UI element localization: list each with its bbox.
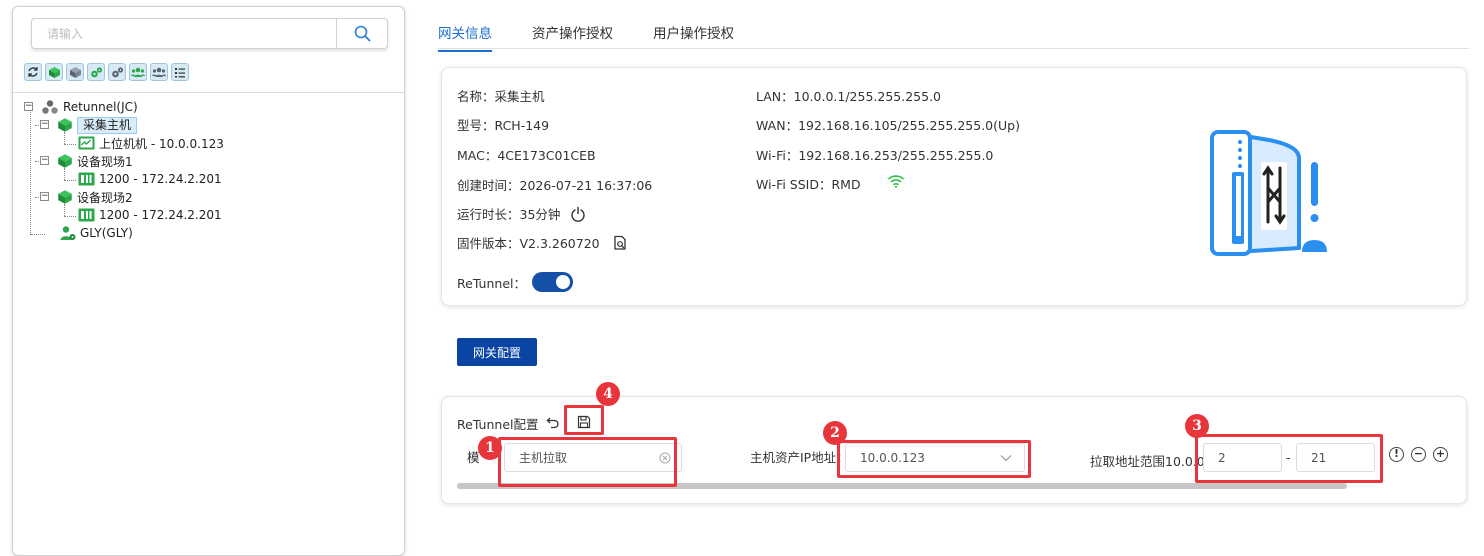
tree-node-label: 上位机机 - 10.0.0.123 (99, 136, 224, 151)
remove-range-icon[interactable]: − (1411, 447, 1426, 462)
gateway-created-time: 创建时间：2026-07-21 16:37:06 (457, 178, 653, 193)
tree-connector (64, 216, 76, 217)
collapse-root-toggle[interactable]: − (24, 102, 33, 111)
annotation-badge-3: 3 (1185, 414, 1209, 438)
refresh-icon (28, 67, 38, 77)
tree-node-label: 采集主机 (77, 116, 138, 134)
retunnel-toggle[interactable] (531, 272, 573, 292)
gateway-uptime: 运行时长：35分钟 (457, 207, 561, 222)
gateway-wan: WAN：192.168.16.105/255.255.255.0(Up) (756, 118, 1020, 133)
list-button[interactable] (171, 63, 189, 81)
gateway-uptime-row: 运行时长：35分钟 (457, 204, 586, 223)
annotation-badge-1: 1 (478, 436, 502, 460)
tree-connector (64, 180, 76, 181)
host-button[interactable] (66, 63, 84, 81)
tree-node-label: 1200 - 172.24.2.201 (99, 172, 222, 186)
retunnel-label: ReTunnel： (457, 275, 526, 291)
gateway-wifi-ssid: Wi-Fi SSID：RMD (756, 177, 861, 192)
user-button[interactable] (150, 63, 168, 81)
cube-green-icon (58, 118, 72, 132)
plc-icon (78, 208, 95, 222)
search-input[interactable] (32, 19, 337, 48)
add-site-button[interactable] (87, 63, 105, 81)
retunnel-toggle-row: ReTunnel： (457, 272, 573, 292)
tree-connector (30, 110, 31, 235)
gears-gray-icon (111, 66, 123, 77)
list-icon (175, 68, 185, 78)
site-button[interactable] (108, 63, 126, 81)
annotation-badge-2: 2 (823, 421, 847, 445)
range-label: 拉取地址范围10.0.0 (1090, 454, 1205, 469)
tree-node-root[interactable]: Retunnel(JC) (41, 98, 138, 116)
cube-green-icon (48, 66, 60, 78)
gateway-name: 名称：采集主机 (457, 89, 545, 104)
annotation-box-1 (498, 437, 677, 487)
annotation-box-2 (837, 440, 1031, 478)
gateway-wifi: Wi-Fi：192.168.16.253/255.255.255.0 (756, 148, 994, 163)
power-icon[interactable] (570, 206, 586, 222)
tab-divider (438, 48, 1469, 49)
cube-gray-icon (69, 66, 81, 78)
user-settings-icon (60, 226, 76, 240)
document-search-icon[interactable] (612, 235, 628, 251)
tree-node-label: GLY(GLY) (80, 226, 133, 240)
wifi-signal-icon (887, 174, 904, 188)
info-exclamation-icon[interactable]: ! (1389, 447, 1404, 462)
add-range-icon[interactable]: + (1433, 447, 1448, 462)
tree-toolbar (24, 63, 189, 81)
tree-connector (64, 144, 76, 145)
collapse-host-toggle[interactable]: − (40, 120, 49, 129)
collapse-site1-toggle[interactable]: − (40, 156, 49, 165)
add-host-button[interactable] (45, 63, 63, 81)
tree-node-site-2[interactable]: 设备现场2 (57, 188, 133, 206)
search-icon (354, 25, 370, 42)
gateway-lan: LAN：10.0.0.1/255.255.255.0 (756, 89, 941, 104)
annotation-badge-4: 4 (596, 382, 620, 406)
tree-node-label: 1200 - 172.24.2.201 (99, 208, 222, 222)
users-green-icon (131, 67, 145, 77)
collapse-site2-toggle[interactable]: − (40, 192, 49, 201)
device-tree-panel (12, 6, 405, 556)
host-ip-label: 主机资产IP地址： (750, 450, 849, 465)
retunnel-config-title: ReTunnel配置 (457, 417, 539, 432)
tree-node-plc-2[interactable]: 1200 - 172.24.2.201 (78, 206, 222, 224)
gateway-wifi-ssid-row: Wi-Fi SSID：RMD (756, 174, 905, 193)
tree-node-site-1[interactable]: 设备现场1 (57, 152, 133, 170)
tree-node-label: Retunnel(JC) (63, 100, 138, 114)
cube-green-icon (58, 190, 72, 204)
plc-icon (78, 172, 95, 186)
monitor-chart-icon (78, 136, 95, 150)
tree-connector (31, 234, 45, 235)
gateway-device-illustration (1210, 130, 1327, 256)
users-gray-icon (152, 67, 166, 77)
gears-green-icon (90, 66, 102, 77)
tree-node-plc-1[interactable]: 1200 - 172.24.2.201 (78, 170, 222, 188)
gateway-mac: MAC：4CE173C01CEB (457, 148, 596, 163)
refresh-button[interactable] (24, 63, 42, 81)
tree-node-label: 设备现场1 (77, 154, 133, 169)
tree-node-label: 设备现场2 (77, 190, 133, 205)
network-cluster-icon (42, 100, 58, 114)
add-user-button[interactable] (129, 63, 147, 81)
gateway-firmware: 固件版本：V2.3.260720 (457, 236, 600, 251)
gateway-firmware-row: 固件版本：V2.3.260720 (457, 233, 628, 252)
search-button[interactable] (336, 19, 387, 48)
tree-node-user-gly[interactable]: GLY(GLY) (60, 224, 133, 242)
tree-node-host[interactable]: 采集主机 (57, 116, 138, 134)
gateway-model: 型号：RCH-149 (457, 118, 550, 133)
undo-icon[interactable] (546, 415, 560, 429)
gateway-config-button[interactable]: 网关配置 (457, 338, 537, 366)
cube-green-icon (58, 154, 72, 168)
panel-divider (13, 92, 404, 93)
search-box (31, 18, 388, 49)
tree-node-upper-computer[interactable]: 上位机机 - 10.0.0.123 (78, 134, 224, 152)
annotation-box-4 (564, 405, 604, 435)
annotation-box-3 (1195, 434, 1383, 483)
